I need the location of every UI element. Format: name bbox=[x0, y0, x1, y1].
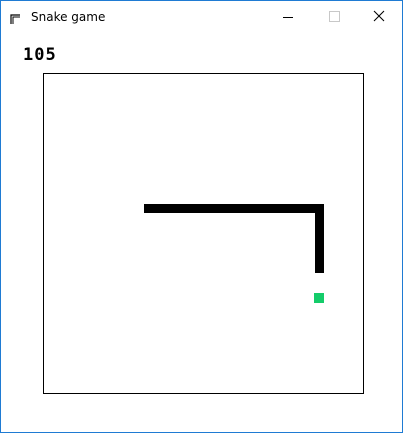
maximize-button[interactable] bbox=[311, 1, 357, 32]
close-button[interactable] bbox=[356, 1, 402, 32]
app-corner-icon bbox=[10, 10, 21, 24]
snake-horizontal-segment bbox=[144, 204, 324, 213]
maximize-icon bbox=[329, 11, 340, 22]
board-canvas bbox=[144, 204, 324, 303]
game-window: Snake game 105 bbox=[0, 0, 403, 433]
minimize-button[interactable] bbox=[265, 1, 311, 32]
minimize-icon bbox=[283, 17, 293, 18]
score-display: 105 bbox=[23, 45, 57, 65]
snake-vertical-segment bbox=[315, 204, 324, 273]
title-bar[interactable]: Snake game bbox=[1, 1, 402, 32]
window-title: Snake game bbox=[31, 10, 106, 24]
food-pellet bbox=[314, 293, 324, 303]
close-icon bbox=[373, 10, 385, 22]
game-board[interactable] bbox=[43, 73, 364, 394]
snake bbox=[144, 204, 324, 273]
